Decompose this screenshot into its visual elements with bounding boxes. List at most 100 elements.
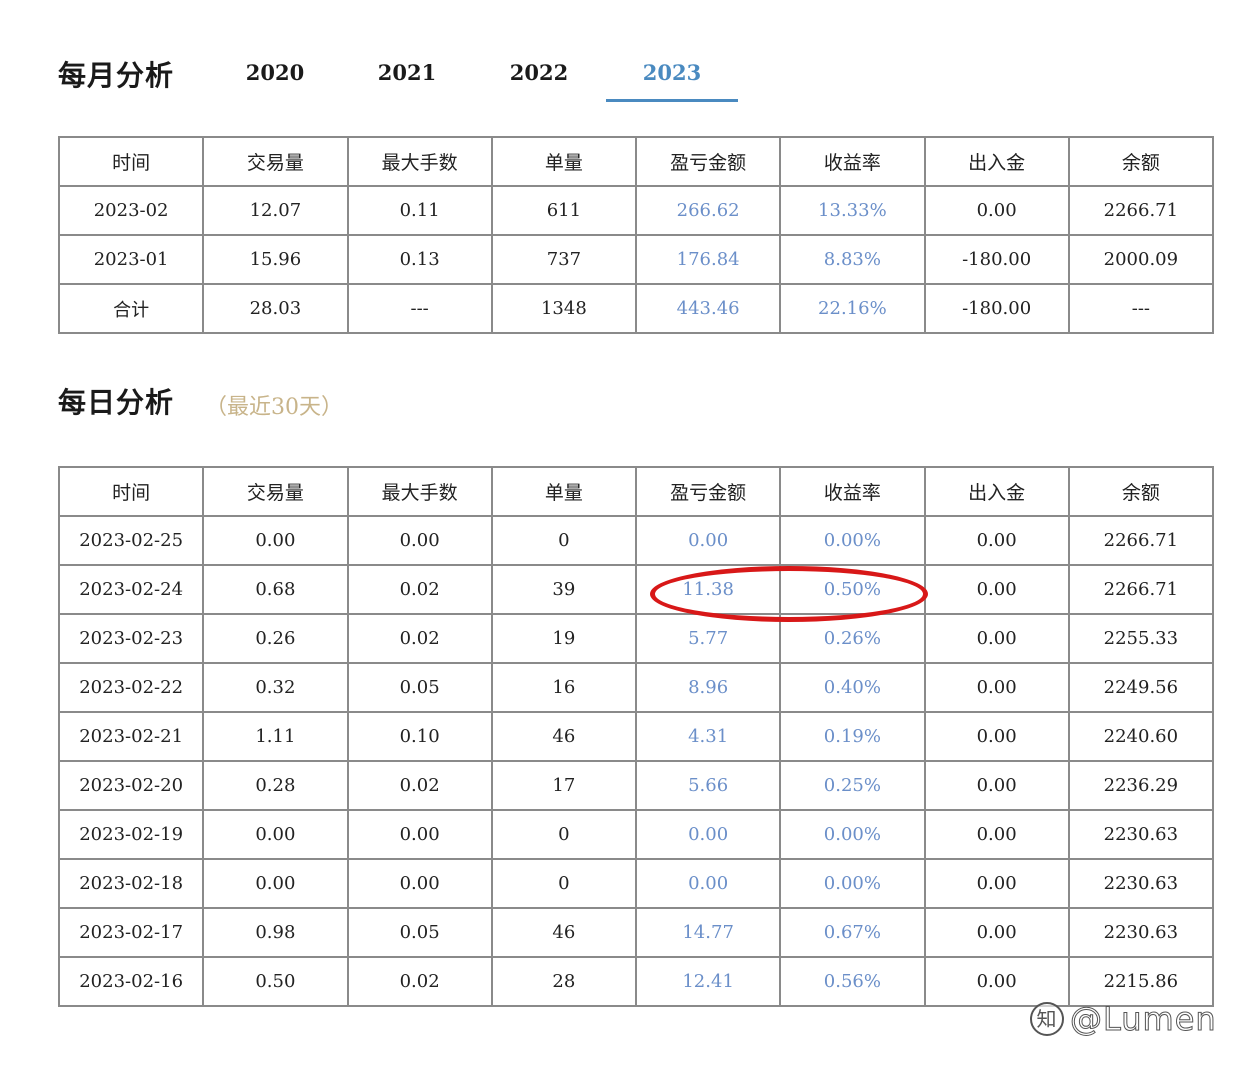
col-deposit-withdrawal: 出入金: [923, 466, 1070, 517]
cell-time: 2023-02-23: [57, 613, 205, 664]
cell-profit-loss: 0.00: [634, 809, 782, 860]
cell-orders: 17: [490, 760, 638, 811]
tab-2021[interactable]: 2021: [341, 60, 473, 85]
cell-deposit-withdrawal: 0.00: [923, 515, 1070, 566]
cell-balance: 2266.71: [1067, 515, 1215, 566]
cell-profit-loss: 176.84: [634, 234, 782, 285]
cell-profit-loss: 8.96: [634, 662, 782, 713]
table-row: 2023-02-22 0.32 0.05 16 8.96 0.40% 0.00 2249.56: [57, 662, 1215, 713]
cell-deposit-withdrawal: 0.00: [923, 711, 1070, 762]
cell-deposit-withdrawal: 0.00: [923, 956, 1070, 1007]
cell-volume: 0.00: [202, 858, 349, 909]
cell-volume: 0.32: [202, 662, 349, 713]
cell-volume: 0.26: [202, 613, 349, 664]
cell-time: 2023-02-25: [57, 515, 205, 566]
cell-balance: 2000.09: [1067, 234, 1215, 285]
cell-time: 2023-02: [57, 185, 205, 236]
cell-time: 2023-02-21: [57, 711, 205, 762]
cell-orders: 1348: [490, 283, 638, 334]
cell-return-rate: 0.00%: [779, 809, 926, 860]
cell-max-lots: 0.13: [346, 234, 493, 285]
cell-time: 2023-02-20: [57, 760, 205, 811]
col-orders: 单量: [490, 136, 638, 187]
table-row: 2023-02-24 0.68 0.02 39 11.38 0.50% 0.00 2266.7…: [57, 564, 1215, 615]
cell-max-lots: ---: [346, 283, 493, 334]
cell-return-rate: 13.33%: [779, 185, 926, 236]
cell-max-lots: 0.11: [346, 185, 493, 236]
cell-deposit-withdrawal: 0.00: [923, 185, 1070, 236]
cell-max-lots: 0.10: [346, 711, 493, 762]
daily-analysis-subtitle: （最近30天）: [205, 395, 343, 420]
table-row: 2023-02-17 0.98 0.05 46 14.77 0.67% 0.00 2230.6…: [57, 907, 1215, 958]
tab-2020[interactable]: 2020: [209, 60, 341, 85]
cell-return-rate: 0.56%: [779, 956, 926, 1007]
daily-analysis-title: 每日分析: [58, 386, 175, 419]
col-deposit-withdrawal: 出入金: [923, 136, 1070, 187]
cell-time: 2023-02-18: [57, 858, 205, 909]
cell-max-lots: 0.02: [346, 564, 493, 615]
cell-deposit-withdrawal: 0.00: [923, 809, 1070, 860]
cell-max-lots: 0.00: [346, 858, 493, 909]
tab-2022[interactable]: 2022: [473, 60, 605, 85]
cell-orders: 46: [490, 907, 638, 958]
cell-orders: 28: [490, 956, 638, 1007]
cell-orders: 46: [490, 711, 638, 762]
cell-return-rate: 0.25%: [779, 760, 926, 811]
cell-return-rate: 0.19%: [779, 711, 926, 762]
cell-orders: 0: [490, 809, 638, 860]
daily-table: 时间 交易量 最大手数 单量 盈亏金额 收益率 出入金 余额 2023-02-2…: [57, 466, 1215, 1007]
cell-time: 2023-02-24: [57, 564, 205, 615]
cell-profit-loss: 443.46: [634, 283, 782, 334]
cell-time: 2023-02-19: [57, 809, 205, 860]
table-row: 2023-02-23 0.26 0.02 19 5.77 0.26% 0.00 2255.33: [57, 613, 1215, 664]
cell-max-lots: 0.05: [346, 662, 493, 713]
cell-max-lots: 0.02: [346, 760, 493, 811]
table-row: 2023-02-18 0.00 0.00 0 0.00 0.00% 0.00 2230.63: [57, 858, 1215, 909]
cell-max-lots: 0.02: [346, 613, 493, 664]
cell-deposit-withdrawal: 0.00: [923, 613, 1070, 664]
cell-profit-loss: 266.62: [634, 185, 782, 236]
cell-volume: 0.00: [202, 515, 349, 566]
cell-profit-loss: 0.00: [634, 858, 782, 909]
col-max-lots: 最大手数: [346, 136, 493, 187]
cell-volume: 15.96: [202, 234, 349, 285]
cell-orders: 19: [490, 613, 638, 664]
table-row: 2023-02-21 1.11 0.10 46 4.31 0.19% 0.00 2240.60: [57, 711, 1215, 762]
col-profit-loss: 盈亏金额: [634, 466, 782, 517]
cell-return-rate: 0.00%: [779, 515, 926, 566]
cell-deposit-withdrawal: 0.00: [923, 564, 1070, 615]
table-row: 2023-01 15.96 0.13 737 176.84 8.83% -180.00 200…: [57, 234, 1215, 285]
cell-balance: 2249.56: [1067, 662, 1215, 713]
cell-balance: 2266.71: [1067, 564, 1215, 615]
zhihu-logo-icon: 知: [1030, 1002, 1064, 1036]
table-row: 2023-02-20 0.28 0.02 17 5.66 0.25% 0.00 2236.29: [57, 760, 1215, 811]
cell-max-lots: 0.05: [346, 907, 493, 958]
cell-return-rate: 8.83%: [779, 234, 926, 285]
col-return-rate: 收益率: [779, 466, 926, 517]
col-volume: 交易量: [202, 466, 349, 517]
cell-profit-loss: 11.38: [634, 564, 782, 615]
cell-balance: ---: [1067, 283, 1215, 334]
cell-orders: 611: [490, 185, 638, 236]
monthly-table-header: 时间 交易量 最大手数 单量 盈亏金额 收益率 出入金 余额: [57, 136, 1215, 187]
cell-profit-loss: 5.66: [634, 760, 782, 811]
cell-time: 2023-02-16: [57, 956, 205, 1007]
table-row: 合计 28.03 --- 1348 443.46 22.16% -180.00 ---: [57, 283, 1215, 334]
cell-max-lots: 0.02: [346, 956, 493, 1007]
cell-volume: 1.11: [202, 711, 349, 762]
cell-volume: 0.50: [202, 956, 349, 1007]
watermark-text: @Lumen: [1070, 1000, 1217, 1039]
col-time: 时间: [57, 136, 205, 187]
col-balance: 余额: [1067, 466, 1215, 517]
col-balance: 余额: [1067, 136, 1215, 187]
cell-profit-loss: 12.41: [634, 956, 782, 1007]
cell-balance: 2215.86: [1067, 956, 1215, 1007]
cell-balance: 2266.71: [1067, 185, 1215, 236]
tab-2023[interactable]: 2023: [606, 60, 738, 85]
cell-profit-loss: 4.31: [634, 711, 782, 762]
cell-deposit-withdrawal: -180.00: [923, 234, 1070, 285]
cell-profit-loss: 5.77: [634, 613, 782, 664]
cell-balance: 2230.63: [1067, 907, 1215, 958]
col-volume: 交易量: [202, 136, 349, 187]
cell-deposit-withdrawal: 0.00: [923, 760, 1070, 811]
